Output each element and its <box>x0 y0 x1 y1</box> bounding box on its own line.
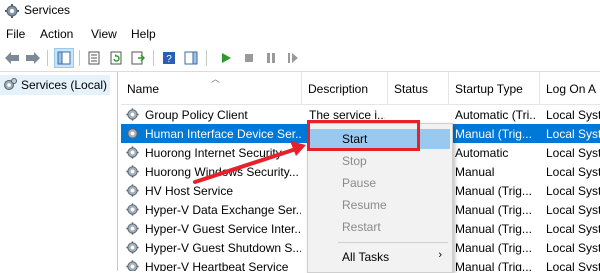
properties-icon[interactable] <box>85 49 103 67</box>
menu-help[interactable]: Help <box>131 27 156 41</box>
show-hide-tree-icon[interactable] <box>54 48 74 68</box>
cell-startup: Manual (Trig... <box>455 127 532 141</box>
column-header-description[interactable]: Description <box>302 72 388 104</box>
sort-ascending-icon: ︿ <box>211 74 221 84</box>
service-gear-icon <box>126 184 139 197</box>
service-gear-icon <box>126 260 139 271</box>
cell-name: Hyper-V Guest Service Inter... <box>145 222 301 236</box>
menu-item-all-tasks[interactable]: All Tasks › <box>310 247 450 267</box>
service-gear-icon <box>126 203 139 216</box>
toolbar-separator <box>153 50 154 66</box>
toolbar-separator <box>79 50 80 66</box>
console-tree: Services (Local) <box>0 72 118 271</box>
pause-icon[interactable] <box>262 49 280 67</box>
menu-view[interactable]: View <box>91 27 117 41</box>
column-header-log-on-as[interactable]: Log On A <box>540 72 600 104</box>
refresh-icon[interactable] <box>107 49 125 67</box>
tree-item-services-local[interactable]: Services (Local) <box>0 75 110 95</box>
cell-name: HV Host Service <box>145 184 234 198</box>
cell-logon: Local Syst <box>546 127 600 141</box>
menu-item-stop: Stop <box>342 154 367 168</box>
menu-separator <box>338 242 448 243</box>
cell-startup: Manual (Trig... <box>455 260 532 271</box>
stop-icon[interactable] <box>240 49 258 67</box>
cell-name: Hyper-V Heartbeat Service <box>145 260 289 271</box>
cell-name: Group Policy Client <box>145 108 248 122</box>
show-action-pane-icon[interactable] <box>182 49 200 67</box>
svg-text:?: ? <box>166 54 172 65</box>
cell-name: Huorong Windows Security... <box>145 165 299 179</box>
resume-icon[interactable] <box>284 49 302 67</box>
cell-startup: Automatic (Tri... <box>455 108 537 122</box>
services-gear-icon <box>5 4 19 18</box>
cell-logon: Local Syst <box>546 222 600 236</box>
cell-startup: Manual (Trig... <box>455 222 532 236</box>
menu-item-resume: Resume <box>342 198 387 212</box>
cell-name: Huorong Internet Security <box>145 146 282 160</box>
cell-logon: Local Syst <box>546 165 600 179</box>
service-gear-icon <box>126 146 139 159</box>
menu-action[interactable]: Action <box>40 27 73 41</box>
service-gear-icon <box>126 222 139 235</box>
cell-startup: Manual <box>455 165 495 179</box>
service-gear-icon <box>126 241 139 254</box>
service-gear-icon <box>126 127 139 140</box>
back-icon[interactable] <box>3 49 21 67</box>
export-list-icon[interactable] <box>129 49 147 67</box>
cell-name: Hyper-V Guest Shutdown S... <box>145 241 301 255</box>
title-bar: Services <box>0 0 600 22</box>
column-header-status[interactable]: Status <box>388 72 449 104</box>
toolbar-separator <box>47 50 48 66</box>
cell-startup: Manual (Trig... <box>455 184 532 198</box>
annotation-highlight-box <box>307 120 420 151</box>
window-title: Services <box>24 3 71 17</box>
cell-startup: Manual (Trig... <box>455 241 532 255</box>
tree-item-label: Services (Local) <box>21 78 108 92</box>
menu-bar: File Action View Help <box>0 24 600 44</box>
cell-startup: Manual (Trig... <box>455 203 532 217</box>
cell-name: Human Interface Device Ser... <box>145 127 301 141</box>
forward-icon[interactable] <box>24 49 42 67</box>
menu-file[interactable]: File <box>6 27 25 41</box>
cell-logon: Local Syst <box>546 260 600 271</box>
menu-item-restart: Restart <box>342 220 381 234</box>
toolbar: ? <box>0 45 600 72</box>
service-gear-icon <box>126 165 139 178</box>
cell-logon: Local Syst <box>546 184 600 198</box>
cell-logon: Local Syst <box>546 241 600 255</box>
cell-startup: Automatic <box>455 146 509 160</box>
play-icon[interactable] <box>217 49 235 67</box>
menu-item-pause: Pause <box>342 176 377 190</box>
help-icon[interactable]: ? <box>160 49 178 67</box>
column-header-startup-type[interactable]: Startup Type <box>449 72 540 104</box>
column-header-row: Name ︿ Description Status Startup Type L… <box>121 72 600 105</box>
cell-name: Hyper-V Data Exchange Ser... <box>145 203 301 217</box>
service-gear-icon <box>126 108 139 121</box>
cell-logon: Local Syst <box>546 203 600 217</box>
toolbar-separator <box>206 50 207 66</box>
submenu-arrow-icon: › <box>438 249 442 261</box>
cell-logon: Local Syst <box>546 108 600 122</box>
services-gear-icon <box>4 78 17 90</box>
column-header-name[interactable]: Name ︿ <box>121 72 302 104</box>
cell-logon: Local Syst <box>546 146 600 160</box>
